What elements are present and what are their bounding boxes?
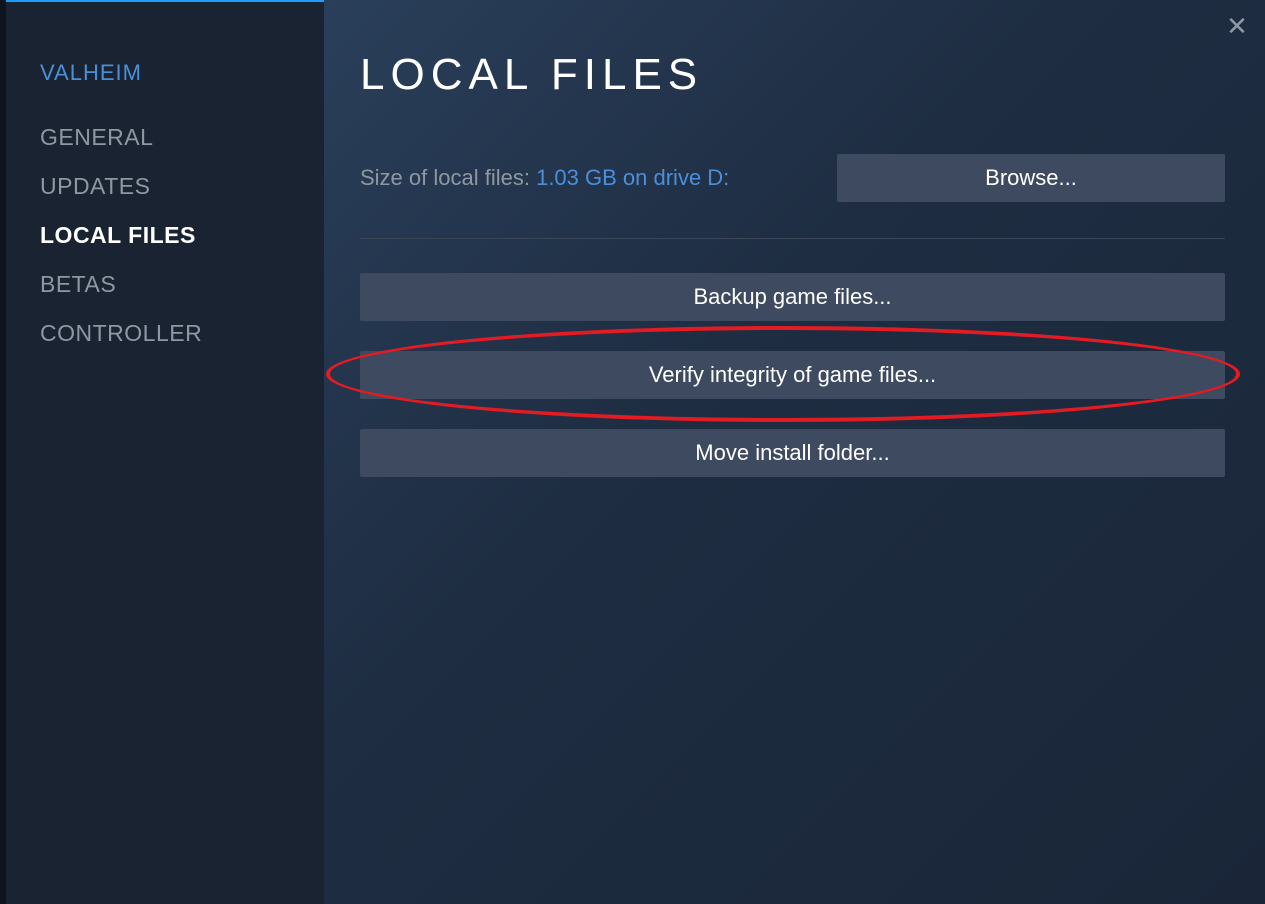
game-title: VALHEIM [40,60,324,86]
size-row: Size of local files: 1.03 GB on drive D:… [360,154,1225,202]
action-buttons: Backup game files... Verify integrity of… [360,273,1225,477]
window-left-edge [0,0,6,904]
properties-window: VALHEIM GENERAL UPDATES LOCAL FILES BETA… [0,0,1265,904]
sidebar-item-local-files[interactable]: LOCAL FILES [40,222,324,249]
divider [360,238,1225,239]
backup-game-files-button[interactable]: Backup game files... [360,273,1225,321]
browse-button[interactable]: Browse... [837,154,1225,202]
size-value-link[interactable]: 1.03 GB on drive D: [536,165,729,190]
sidebar-item-updates[interactable]: UPDATES [40,173,324,200]
sidebar-item-betas[interactable]: BETAS [40,271,324,298]
sidebar-item-general[interactable]: GENERAL [40,124,324,151]
close-icon[interactable]: ✕ [1223,12,1251,40]
verify-integrity-button[interactable]: Verify integrity of game files... [360,351,1225,399]
page-title: LOCAL FILES [360,50,1225,100]
sidebar: VALHEIM GENERAL UPDATES LOCAL FILES BETA… [6,0,324,904]
move-install-folder-button[interactable]: Move install folder... [360,429,1225,477]
sidebar-item-controller[interactable]: CONTROLLER [40,320,324,347]
size-text: Size of local files: 1.03 GB on drive D: [360,165,729,191]
size-label: Size of local files: [360,165,536,190]
main-content: ✕ LOCAL FILES Size of local files: 1.03 … [324,0,1265,904]
